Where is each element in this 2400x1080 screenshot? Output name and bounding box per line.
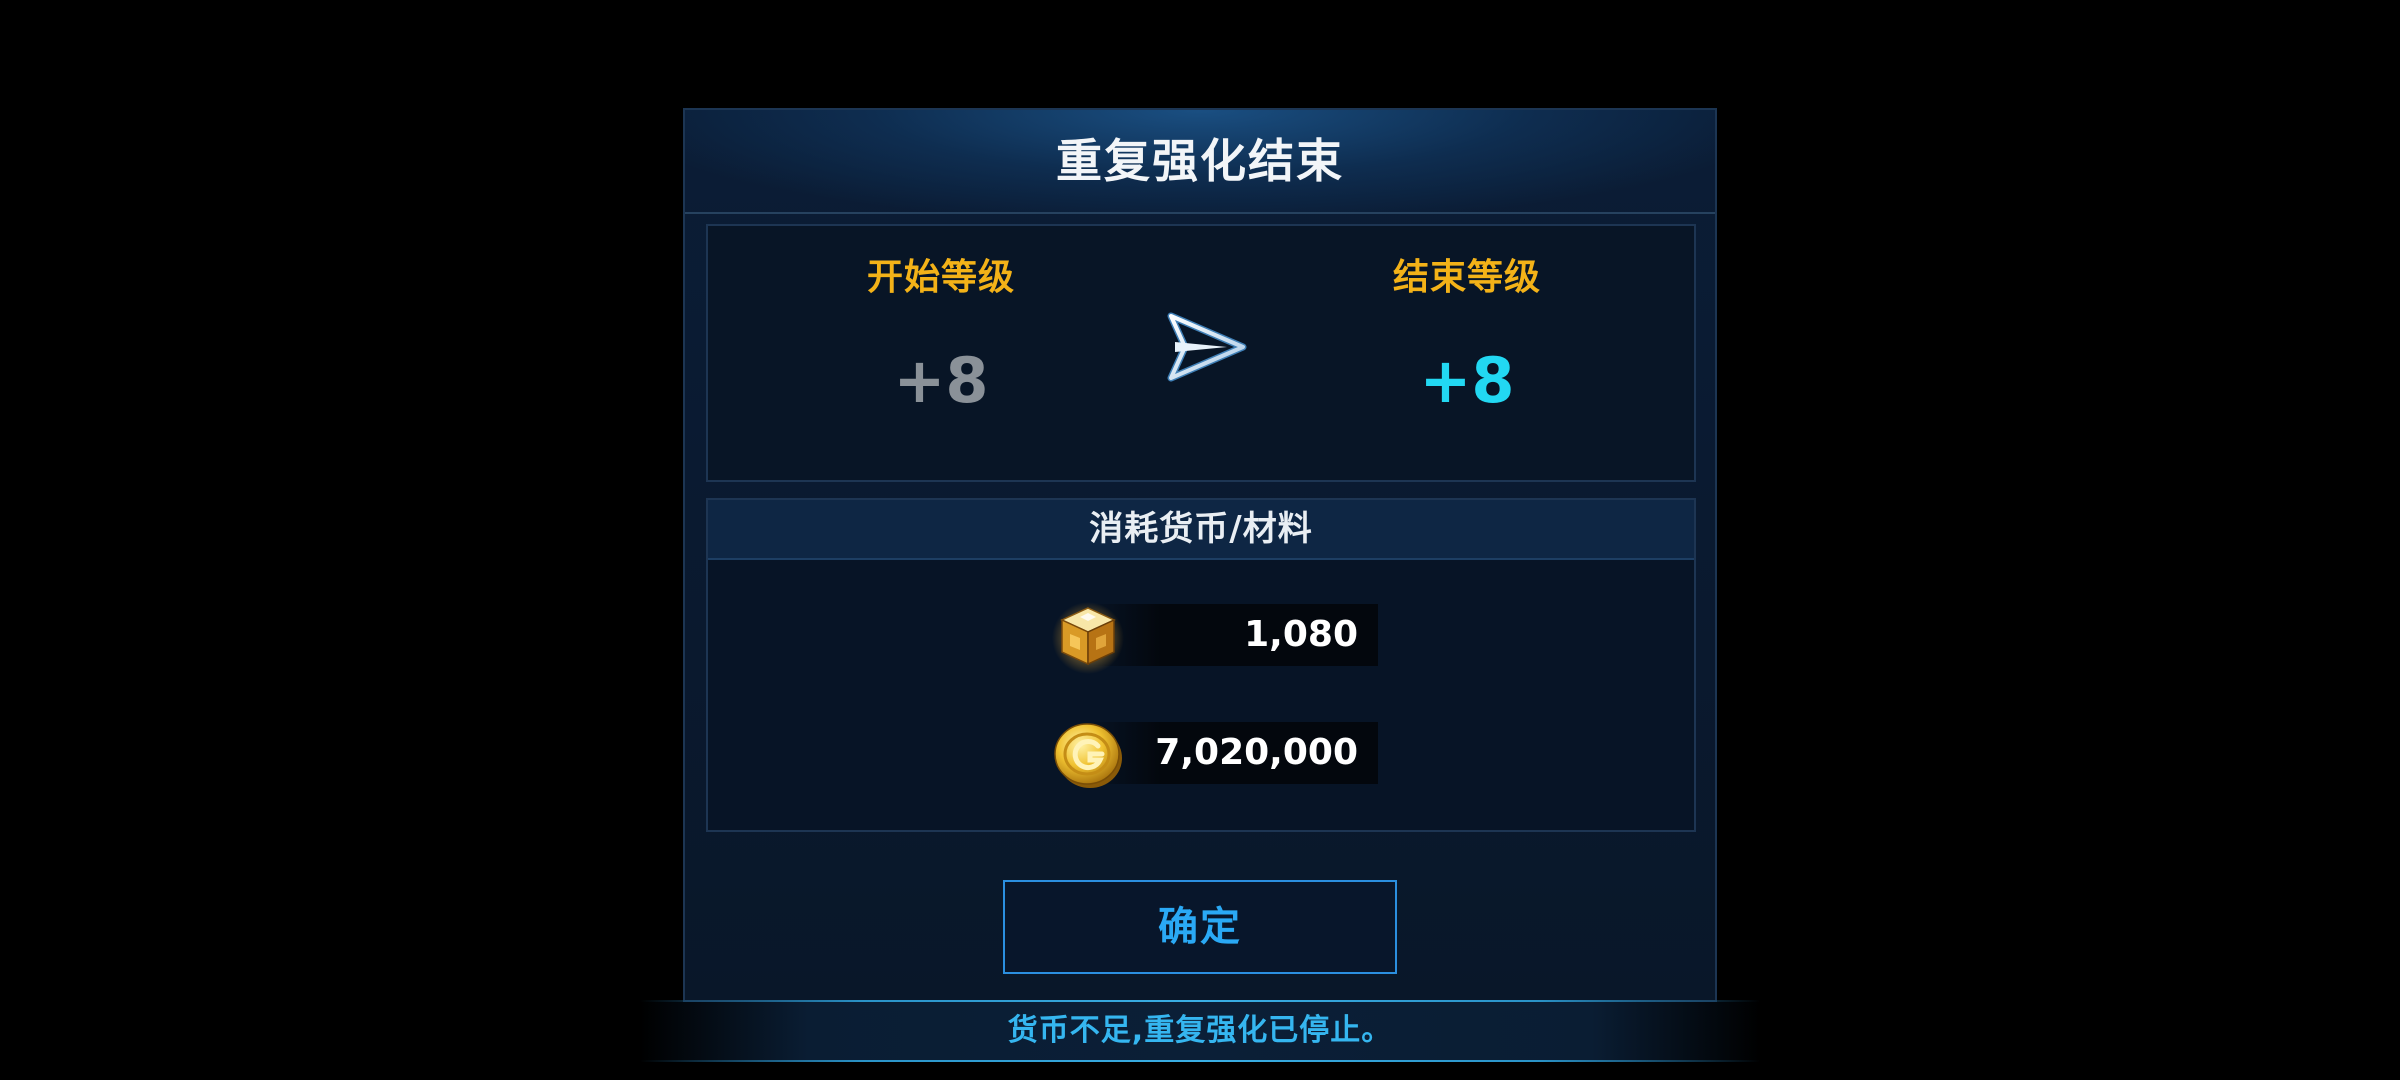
end-level-value: +8 bbox=[1419, 344, 1515, 417]
cost-amount-bar: 7,020,000 bbox=[1088, 722, 1378, 784]
level-comparison-panel: 开始等级 +8 结束等级 +8 bbox=[706, 224, 1696, 482]
end-level-column: 结束等级 +8 bbox=[1317, 226, 1617, 480]
game-screen: 重复强化结束 开始等级 +8 结束等级 +8 消耗货币/材料 1,080 7,0… bbox=[0, 0, 2400, 1080]
cost-amount-bar: 1,080 bbox=[1088, 604, 1378, 666]
dialog-title: 重复强化结束 bbox=[1056, 134, 1344, 188]
cost-item: 7,020,000 bbox=[1050, 722, 1378, 788]
cost-panel-header: 消耗货币/材料 bbox=[708, 500, 1694, 560]
gold-coin-icon bbox=[1054, 723, 1122, 788]
start-level-value: +8 bbox=[893, 344, 989, 417]
cost-amount: 7,020,000 bbox=[1155, 732, 1358, 773]
end-level-label: 结束等级 bbox=[1392, 257, 1541, 298]
start-level-label: 开始等级 bbox=[866, 257, 1015, 298]
toast-divider bbox=[640, 1060, 1760, 1062]
toast-message: 货币不足,重复强化已停止。 bbox=[1007, 1013, 1393, 1048]
cost-item: 1,080 bbox=[1050, 602, 1378, 674]
cost-amount: 1,080 bbox=[1244, 614, 1358, 655]
confirm-button[interactable]: 确定 bbox=[1003, 880, 1397, 974]
arrow-right-icon bbox=[1167, 312, 1247, 382]
cost-panel: 消耗货币/材料 1,080 7,020,000 bbox=[706, 498, 1696, 832]
gold-cube-material-icon bbox=[1052, 602, 1124, 674]
enhance-result-dialog: 重复强化结束 开始等级 +8 结束等级 +8 消耗货币/材料 1,080 7,0… bbox=[683, 108, 1717, 1002]
notification-toast: 货币不足,重复强化已停止。 bbox=[640, 1000, 1760, 1062]
start-level-column: 开始等级 +8 bbox=[791, 226, 1091, 480]
